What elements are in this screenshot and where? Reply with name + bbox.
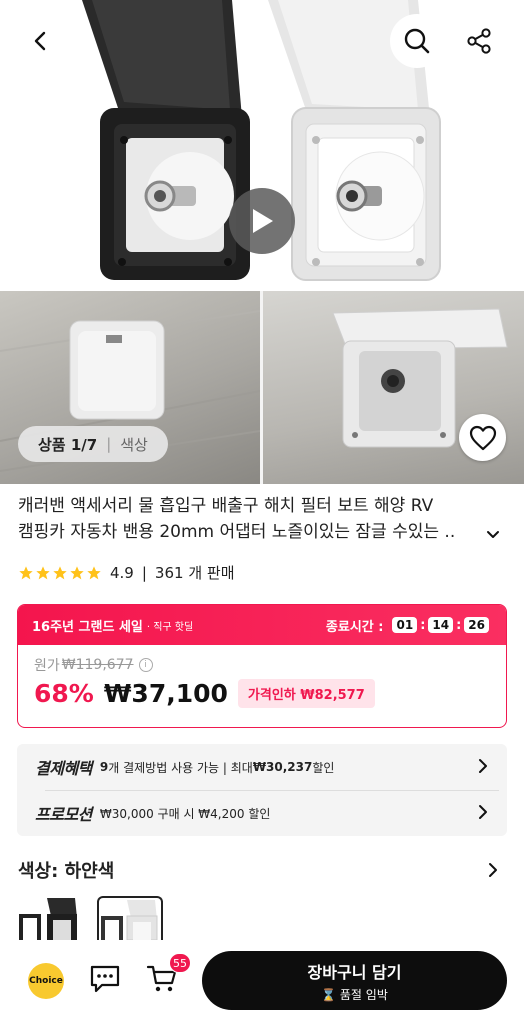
sale-banner-title: 16주년 그랜드 세일 [32,619,143,635]
info-icon[interactable]: i [138,658,153,672]
add-to-cart-label: 장바구니 담기 [307,962,402,982]
chat-button[interactable] [89,964,121,998]
product-title[interactable]: 캐러밴 액세서리 물 흡입구 배출구 해치 필터 보트 해양 RV 캠핑카 자동… [18,493,488,545]
sale-price-box: 16주년 그랜드 세일 · 직구 핫딜 종료시간 : 01: 14: 26 원가… [17,604,507,728]
star-icon [70,565,84,579]
payment-benefit-amount: ₩30,237 [252,760,313,774]
promotion-row[interactable]: 프로모션 ₩30,000 구매 시 ₩4,200 할인 [17,790,507,836]
gallery-counter-sub[interactable]: 색상 [120,434,148,455]
promotion-text: ₩30,000 구매 시 ₩4,200 할인 [99,806,271,821]
search-icon [404,28,430,54]
rating-value: 4.9 [110,563,134,582]
low-stock-note: ⌛ 품절 임박 [321,986,388,1003]
chevron-right-icon [477,758,489,777]
star-icon [19,565,33,579]
price-drop-badge: 가격인하 ₩82,577 [237,679,375,708]
expand-title-button[interactable] [485,526,501,545]
counter-divider: | [106,435,112,453]
play-video-button[interactable] [229,188,295,254]
countdown-hours: 01 [392,617,418,633]
chevron-right-icon [489,863,497,877]
countdown-label: 종료시간 : [325,619,384,635]
color-swatch-white[interactable] [97,896,163,940]
heart-icon [469,425,496,450]
chevron-down-icon [487,531,499,538]
payment-benefit-suffix: 할인 [312,760,335,775]
star-icon [36,565,50,579]
benefits-panel: 결제혜택 9 개 결제방법 사용 가능 | 최대 ₩30,237 할인 프로모션… [17,744,507,836]
color-selection-title: 색상: 하얀색 [18,861,115,882]
chat-icon [90,965,120,993]
star-icon [87,565,101,579]
product-title-line2: 캠핑카 자동차 밴용 20mm 어댑터 노즐이있는 잠글 수있는 .. [18,522,456,542]
sold-count: 361 개 판매 [154,564,235,582]
rating-divider: | [141,563,147,582]
wishlist-button[interactable] [459,414,506,461]
play-icon [253,209,273,233]
payment-method-count: 9 [99,760,109,774]
chevron-left-icon [34,31,46,51]
gallery-counter-main: 상품 1/7 [38,435,98,454]
sale-banner: 16주년 그랜드 세일 · 직구 핫딜 종료시간 : 01: 14: 26 [18,605,506,645]
share-button[interactable] [452,14,506,68]
back-button[interactable] [14,14,68,68]
choice-button[interactable]: Choice [28,963,64,999]
gallery-counter: 상품 1/7 | 색상 [18,426,168,462]
rating-stars [18,565,102,581]
color-swatch-black[interactable] [17,896,83,940]
chevron-right-icon [477,804,489,823]
rating-row[interactable]: 4.9 | 361 개 판매 [18,562,235,583]
sale-banner-tag: · 직구 핫딜 [146,621,194,633]
payment-benefit-row[interactable]: 결제혜택 9 개 결제방법 사용 가능 | 최대 ₩30,237 할인 [17,744,507,790]
countdown: 종료시간 : 01: 14: 26 [326,616,492,635]
search-button[interactable] [390,14,444,68]
star-icon [53,565,67,579]
hourglass-icon: ⌛ [321,987,337,1002]
countdown-minutes: 14 [428,617,454,633]
countdown-seconds: 26 [464,617,489,633]
original-price-label: 원가 [34,658,60,674]
low-stock-label: 품절 임박 [339,987,388,1002]
cart-count-badge: 55 [169,953,191,973]
color-options-button[interactable] [487,862,499,882]
promotion-label: 프로모션 [35,805,92,824]
share-icon [467,28,491,54]
payment-benefit-label: 결제혜택 [35,759,92,778]
discount-percent: 68% [34,679,94,708]
add-to-cart-button[interactable]: 장바구니 담기 ⌛ 품절 임박 [202,951,507,1010]
product-title-line1: 캐러밴 액세서리 물 흡입구 배출구 해치 필터 보트 해양 RV [18,496,434,516]
payment-benefit-text: 개 결제방법 사용 가능 | 최대 [108,760,253,775]
original-price: ₩119,677 [61,657,134,673]
original-price-row: 원가 ₩119,677 i [34,655,490,675]
price-row: 68% ₩37,100 가격인하 ₩82,577 [34,679,490,708]
sale-price: ₩37,100 [103,679,228,708]
product-image-gallery[interactable]: 상품 1/7 | 색상 [0,0,524,484]
